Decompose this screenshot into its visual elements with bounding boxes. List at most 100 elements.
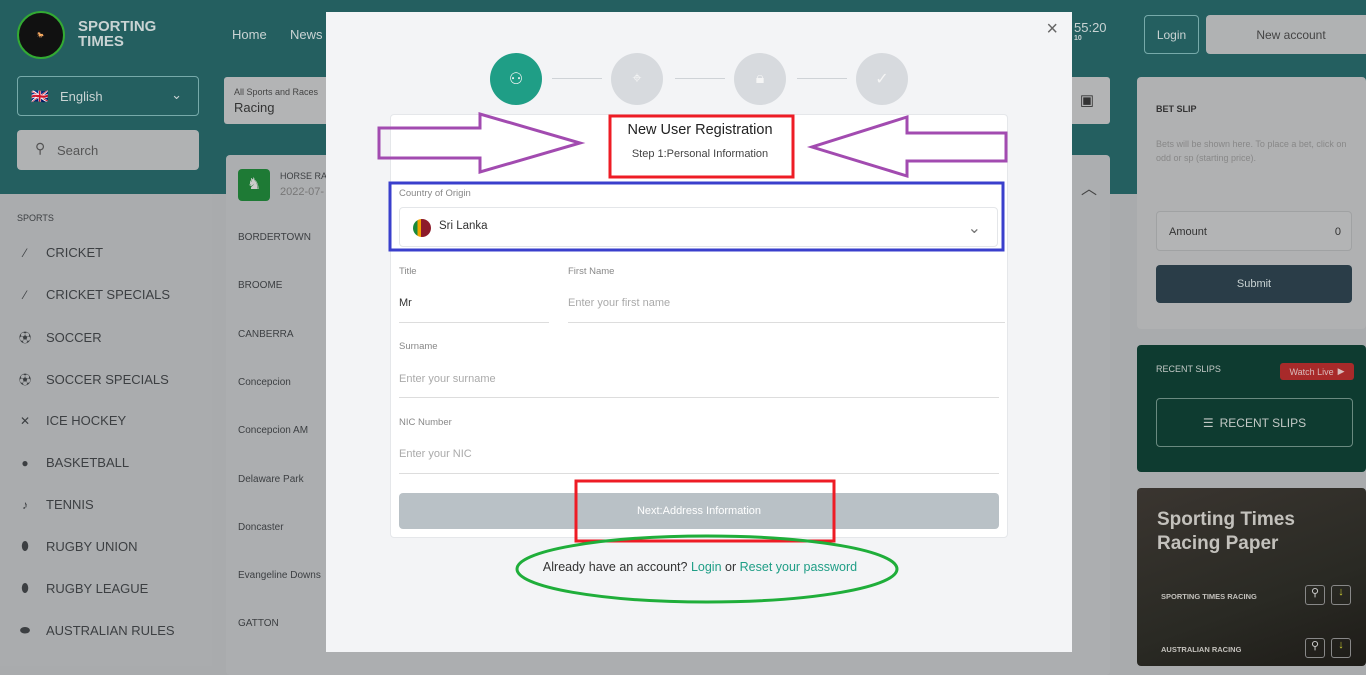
step-connector — [797, 78, 847, 79]
sidebar-item-ice-hockey[interactable]: ✕ ICE HOCKEY — [18, 413, 126, 428]
venue-item[interactable]: Concepcion AM — [238, 425, 308, 436]
reset-password-link[interactable]: Reset your password — [740, 560, 857, 574]
horse-racing-icon: ♞ — [238, 169, 270, 201]
search-button[interactable]: ⚲ Search — [17, 130, 199, 170]
filter-value: Racing — [234, 100, 275, 115]
hockey-sticks-icon: ✕ — [19, 413, 31, 428]
venue-item[interactable]: Delaware Park — [238, 474, 304, 485]
bet-slip: BET SLIP Bets will be shown here. To pla… — [1137, 77, 1366, 329]
bet-slip-note: Bets will be shown here. To place a bet,… — [1156, 139, 1347, 163]
sports-heading: SPORTS — [17, 213, 54, 223]
nav-home[interactable]: Home — [232, 27, 267, 42]
new-account-button[interactable]: New account — [1206, 15, 1366, 54]
surname-label: Surname — [399, 341, 438, 352]
venue-item[interactable]: Concepcion — [238, 377, 291, 388]
cricket-bat-icon: ⁄ — [23, 287, 26, 302]
venue-item[interactable]: CANBERRA — [238, 329, 294, 340]
submit-button[interactable]: Submit — [1156, 265, 1352, 303]
collapse-icon[interactable]: ︿ — [1081, 175, 1097, 199]
amount-label: Amount — [1169, 226, 1207, 238]
sidebar-item-tennis[interactable]: ♪ TENNIS — [18, 497, 94, 512]
search-icon[interactable]: ⚲ — [1305, 585, 1325, 605]
form-subtitle: Step 1:Personal Information — [631, 148, 769, 160]
form-title: New User Registration — [627, 122, 773, 138]
list-icon: ☰ — [1202, 415, 1214, 430]
sidebar-item-cricket-specials[interactable]: ⁄ CRICKET SPECIALS — [18, 287, 170, 302]
cricket-bat-icon: ⁄ — [23, 245, 26, 260]
recent-slips-title: RECENT SLIPS — [1156, 364, 1221, 374]
amount-value: 0 — [1334, 226, 1341, 238]
first-name-label: First Name — [568, 266, 615, 277]
sri-lanka-flag-icon — [413, 219, 431, 237]
rugby-ball-icon: ⬮ — [21, 581, 29, 595]
sidebar-item-rugby-union[interactable]: ⬮ RUGBY UNION — [18, 539, 138, 554]
sport-label: ICE HOCKEY — [46, 413, 127, 428]
language-value: English — [60, 88, 103, 104]
login-prompt-text: Already have an account? — [542, 560, 688, 574]
venue-item[interactable]: BROOME — [238, 280, 282, 291]
login-prompt: Already have an account? Login or Reset … — [380, 560, 1020, 574]
sport-label: RUGBY UNION — [46, 539, 138, 554]
sidebar-item-soccer-specials[interactable]: ⚽︎ SOCCER SPECIALS — [18, 371, 169, 388]
chevron-down-icon: ⌄ — [967, 220, 981, 237]
country-select[interactable]: Sri Lanka ⌄ — [399, 207, 998, 247]
nic-label: NIC Number — [399, 417, 452, 428]
sidebar-item-cricket[interactable]: ⁄ CRICKET — [18, 245, 103, 260]
venue-item[interactable]: Doncaster — [238, 522, 284, 533]
recent-slips-panel: RECENT SLIPS Watch Live ▶ ☰ RECENT SLIPS — [1137, 345, 1366, 472]
uk-flag-icon: 🇬🇧 — [31, 88, 49, 104]
sport-label: BASKETBALL — [46, 455, 130, 470]
sidebar-item-australian-rules[interactable]: ⬬ AUSTRALIAN RULES — [18, 623, 175, 638]
rugby-ball-icon: ⬮ — [21, 539, 29, 553]
nic-input[interactable]: Enter your NIC — [399, 448, 999, 474]
download-icon[interactable]: ↓ — [1331, 638, 1351, 658]
calendar-icon[interactable]: ▣ — [1080, 91, 1094, 109]
sidebar-item-soccer[interactable]: ⚽︎ SOCCER — [18, 329, 102, 346]
race-title: HORSE RA — [280, 171, 328, 181]
chevron-down-icon: ⌄ — [171, 87, 182, 102]
recent-slips-label: RECENT SLIPS — [1219, 415, 1307, 430]
venue-item[interactable]: GATTON — [238, 618, 279, 629]
step-personal: ⚇ — [490, 53, 542, 105]
soccer-ball-icon: ⚽︎ — [18, 373, 31, 387]
surname-input[interactable]: Enter your surname — [399, 373, 999, 398]
language-select[interactable]: 🇬🇧 English ⌄ — [17, 76, 199, 116]
search-label: Search — [57, 142, 99, 158]
logo[interactable]: 🐎 — [17, 11, 65, 59]
step-security: 🔒︎ — [734, 53, 786, 105]
location-pin-icon: ⌖ — [632, 70, 642, 87]
download-icon[interactable]: ↓ — [1331, 585, 1351, 605]
or-text: or — [725, 560, 737, 574]
venue-item[interactable]: BORDERTOWN — [238, 232, 311, 243]
clock-date: 10 — [1074, 35, 1082, 42]
search-icon[interactable]: ⚲ — [1305, 638, 1325, 658]
next-button[interactable]: Next:Address Information — [399, 493, 999, 529]
first-name-input[interactable]: Enter your first name — [568, 297, 1005, 323]
paper-item: SPORTING TIMES RACING — [1161, 592, 1257, 601]
title-label: Title — [399, 266, 417, 277]
play-icon: ▶ — [1337, 366, 1345, 376]
sport-label: CRICKET — [46, 245, 104, 260]
step-address: ⌖ — [611, 53, 663, 105]
sport-label: SOCCER SPECIALS — [46, 372, 169, 387]
recent-slips-button[interactable]: ☰ RECENT SLIPS — [1156, 398, 1353, 447]
sidebar-item-rugby-league[interactable]: ⬮ RUGBY LEAGUE — [18, 581, 148, 596]
country-label: Country of Origin — [399, 188, 471, 199]
sport-label: CRICKET SPECIALS — [46, 287, 171, 302]
brand-name: SPORTING TIMES — [78, 18, 157, 50]
sport-label: AUSTRALIAN RULES — [46, 623, 175, 638]
login-button[interactable]: Login — [1144, 15, 1199, 54]
racing-paper-title: Sporting Times Racing Paper — [1157, 509, 1295, 554]
step-connector — [675, 78, 725, 79]
sport-label: SOCCER — [46, 330, 102, 345]
watch-live-button[interactable]: Watch Live ▶ — [1280, 363, 1354, 380]
venue-item[interactable]: Evangeline Downs — [238, 570, 321, 581]
step-connector — [552, 78, 602, 79]
title-select[interactable]: Mr — [399, 297, 549, 323]
close-icon[interactable]: × — [1046, 18, 1058, 41]
nav-news[interactable]: News — [290, 27, 323, 42]
amount-input[interactable]: Amount 0 — [1156, 211, 1352, 251]
login-link[interactable]: Login — [691, 560, 722, 574]
sidebar-item-basketball[interactable]: ● BASKETBALL — [18, 455, 129, 470]
user-icon: ⚇ — [508, 71, 524, 88]
